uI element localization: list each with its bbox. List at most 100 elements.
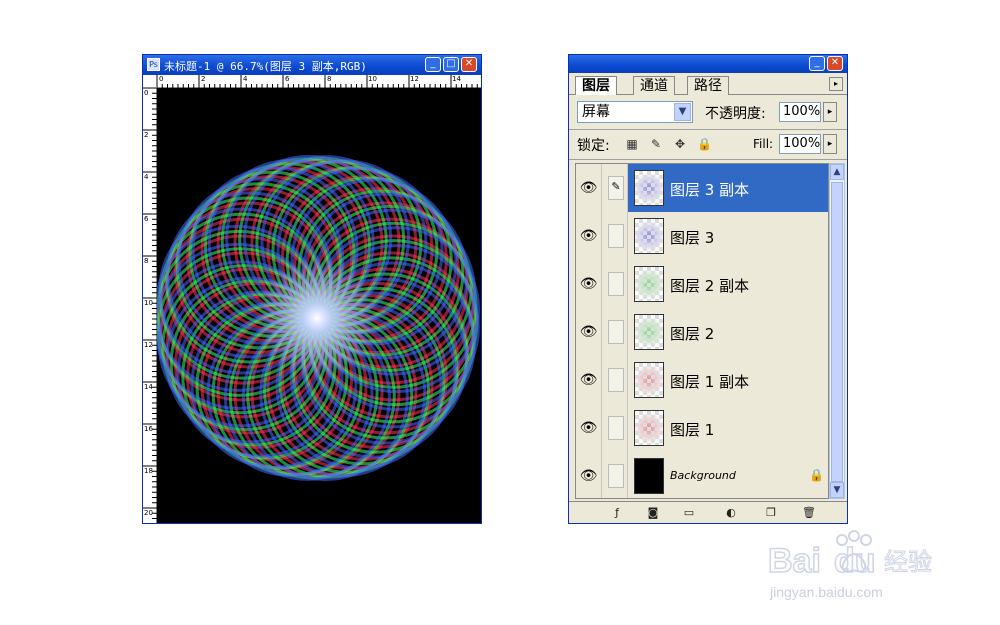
palette-close-button[interactable]: ✕ — [827, 56, 843, 71]
layer-row[interactable]: 👁 Background 🔒 — [576, 452, 828, 498]
adjustment-layer-icon[interactable]: ◐ — [723, 505, 739, 520]
fill-field[interactable]: 100% — [779, 134, 821, 154]
ruler-label: 12 — [410, 75, 419, 83]
photoshop-document-icon: Ps — [147, 58, 160, 71]
layer-thumbnail — [634, 266, 664, 302]
tab-paths[interactable]: 路径 — [687, 76, 729, 95]
ruler-label: 10 — [368, 75, 377, 83]
ruler-label: 0 — [144, 89, 149, 97]
palette-menu-arrow-icon[interactable]: ▸ — [829, 77, 843, 91]
layer-name-cell[interactable]: 图层 3 副本 — [628, 164, 828, 212]
opacity-field[interactable]: 100% — [779, 102, 821, 122]
lock-transparency-icon[interactable]: ▦ — [625, 137, 639, 151]
layer-name-cell[interactable]: 图层 2 副本 — [628, 260, 828, 308]
ruler-label: 16 — [144, 425, 153, 433]
layers-scrollbar[interactable]: ▲ ▼ — [829, 163, 845, 499]
lock-move-icon[interactable]: ✥ — [673, 137, 687, 151]
layer-name-cell[interactable]: Background 🔒 — [628, 452, 828, 498]
document-window[interactable]: Ps 未标题-1 @ 66.7%(图层 3 副本,RGB) _ □ ✕ 0 2 … — [142, 54, 482, 524]
opacity-label: 不透明度: — [705, 106, 766, 122]
layer-link-cell[interactable] — [602, 308, 628, 356]
maximize-button[interactable]: □ — [443, 57, 459, 72]
layer-style-icon[interactable]: ƒ — [609, 505, 625, 520]
horizontal-ruler[interactable]: 0 2 4 6 8 10 12 14 — [157, 75, 481, 88]
palette-titlebar[interactable]: _ ✕ — [569, 55, 847, 73]
new-layer-icon[interactable]: ❐ — [763, 505, 779, 520]
layer-row[interactable]: 👁 图层 2 副本 — [576, 260, 828, 309]
svg-text:经验: 经验 — [884, 548, 932, 576]
tab-layers[interactable]: 图层 — [575, 76, 617, 95]
layers-palette[interactable]: _ ✕ 图层 通道 路径 ▸ 屏幕 ▼ 不透明度: 100% ▸ 锁定: ▦ ✎… — [568, 54, 848, 524]
document-canvas[interactable] — [157, 88, 481, 523]
layer-row[interactable]: 👁 图层 2 — [576, 308, 828, 357]
link-box — [608, 416, 624, 440]
link-box — [608, 320, 624, 344]
add-mask-icon[interactable]: ◙ — [645, 505, 661, 520]
layer-link-cell[interactable] — [602, 356, 628, 404]
ruler-corner[interactable] — [143, 75, 157, 88]
layer-name-cell[interactable]: 图层 2 — [628, 308, 828, 356]
layer-link-cell[interactable] — [602, 452, 628, 498]
layer-name-cell[interactable]: 图层 1 — [628, 404, 828, 452]
layer-thumbnail — [634, 410, 664, 446]
close-button[interactable]: ✕ — [461, 57, 477, 72]
fill-label: Fill: — [753, 137, 774, 151]
ruler-label: 8 — [327, 75, 332, 83]
layer-name: 图层 1 — [670, 421, 715, 439]
new-set-folder-icon[interactable]: ▭ — [681, 505, 697, 520]
document-titlebar[interactable]: Ps 未标题-1 @ 66.7%(图层 3 副本,RGB) _ □ ✕ — [143, 55, 481, 75]
lock-brush-icon[interactable]: ✎ — [649, 137, 663, 151]
ruler-label: 14 — [452, 75, 461, 83]
visibility-eye-icon[interactable]: 👁 — [576, 164, 602, 212]
vertical-ruler[interactable]: 0 2 4 6 8 10 12 14 16 18 20 — [143, 88, 157, 523]
layer-row[interactable]: 👁 图层 3 — [576, 212, 828, 261]
visibility-eye-icon[interactable]: 👁 — [576, 356, 602, 404]
ruler-label: 2 — [144, 131, 149, 139]
visibility-eye-icon[interactable]: 👁 — [576, 308, 602, 356]
layer-row[interactable]: 👁 图层 1 — [576, 404, 828, 453]
scroll-thumb[interactable] — [831, 182, 843, 482]
layer-name: 图层 2 — [670, 325, 715, 343]
spirograph-artwork — [157, 154, 481, 482]
layer-name-cell[interactable]: 图层 1 副本 — [628, 356, 828, 404]
layer-name-cell[interactable]: 图层 3 — [628, 212, 828, 260]
layer-row[interactable]: 👁 图层 1 副本 — [576, 356, 828, 405]
layer-thumbnail — [634, 362, 664, 398]
layer-link-cell[interactable] — [602, 212, 628, 260]
ruler-label: 6 — [285, 75, 290, 83]
svg-text:Bai: Bai — [768, 542, 821, 580]
layer-row[interactable]: 👁 ✎ 图层 3 副本 — [576, 164, 828, 213]
layer-link-cell[interactable] — [602, 404, 628, 452]
divider — [569, 129, 847, 130]
lock-all-icon[interactable]: 🔒 — [697, 137, 712, 151]
chevron-down-icon[interactable]: ▼ — [674, 103, 691, 121]
svg-text:du: du — [834, 542, 876, 580]
layer-name: 图层 3 副本 — [670, 181, 750, 199]
ruler-label: 18 — [144, 467, 153, 475]
trash-icon[interactable]: 🗑 — [801, 505, 817, 520]
visibility-eye-icon[interactable]: 👁 — [576, 452, 602, 498]
ruler-label: 20 — [144, 509, 153, 517]
layer-thumbnail — [634, 458, 664, 494]
divider — [569, 159, 847, 160]
blend-mode-select[interactable]: 屏幕 ▼ — [577, 101, 693, 123]
minimize-button[interactable]: _ — [425, 57, 441, 72]
visibility-eye-icon[interactable]: 👁 — [576, 212, 602, 260]
visibility-eye-icon[interactable]: 👁 — [576, 260, 602, 308]
opacity-slider-arrow-icon[interactable]: ▸ — [823, 102, 837, 122]
layer-link-cell[interactable] — [602, 260, 628, 308]
fill-slider-arrow-icon[interactable]: ▸ — [823, 134, 837, 154]
scroll-down-icon[interactable]: ▼ — [830, 482, 844, 498]
ruler-label: 6 — [144, 215, 149, 223]
palette-minimize-button[interactable]: _ — [809, 56, 825, 71]
link-box — [608, 272, 624, 296]
palette-tabs: 图层 通道 路径 ▸ — [569, 73, 847, 95]
tab-channels[interactable]: 通道 — [633, 76, 675, 95]
layer-link-cell[interactable]: ✎ — [602, 164, 628, 212]
layer-thumbnail — [634, 314, 664, 350]
scroll-up-icon[interactable]: ▲ — [830, 164, 844, 180]
layer-name: 图层 2 副本 — [670, 277, 750, 295]
visibility-eye-icon[interactable]: 👁 — [576, 404, 602, 452]
ruler-label: 8 — [144, 257, 149, 265]
lock-label: 锁定: — [577, 138, 610, 154]
